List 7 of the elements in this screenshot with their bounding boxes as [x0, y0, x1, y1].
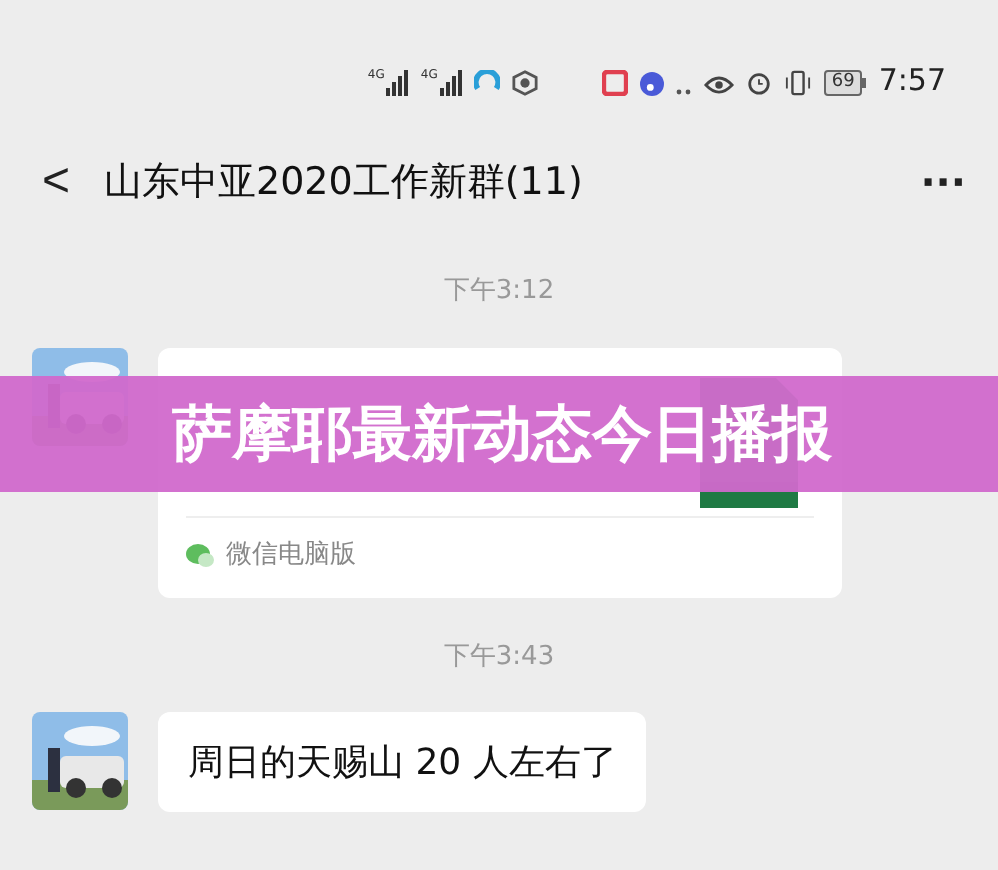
battery-icon: 69: [823, 70, 867, 96]
clock-time: 7:57: [878, 66, 946, 96]
timestamp: 下午3:12: [443, 274, 555, 310]
timestamp: 下午3:43: [443, 639, 555, 675]
chat-title: 山东中亚2020工作新群(11): [104, 157, 583, 208]
title-banner-overlay: 萨摩耶最新动态今日播报: [0, 376, 998, 492]
source-label: 微信电脑版: [226, 537, 356, 574]
